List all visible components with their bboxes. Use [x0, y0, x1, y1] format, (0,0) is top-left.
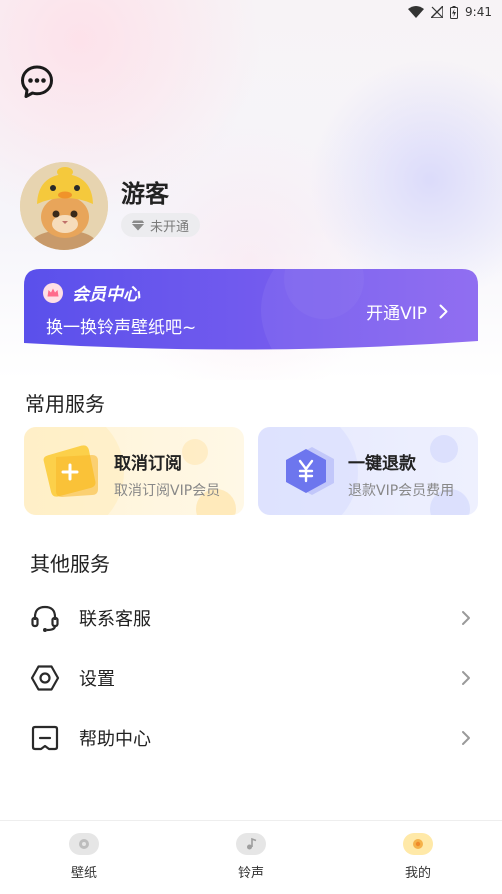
cancel-subscription-label: 取消订阅 — [114, 454, 182, 474]
status-bar: 9:41 — [0, 0, 502, 24]
status-time: 9:41 — [465, 5, 492, 19]
tab-profile[interactable]: 我的 — [378, 833, 458, 881]
refund-yen-icon — [286, 447, 334, 495]
hexagon-settings-icon — [30, 665, 60, 691]
open-vip-button[interactable]: 开通VIP — [366, 299, 448, 324]
crown-icon — [43, 282, 63, 303]
avatar[interactable] — [20, 162, 108, 250]
bottom-tab-bar: 壁纸 铃声 我的 — [0, 820, 502, 894]
cat-avatar-icon — [20, 162, 108, 250]
vip-status-text: 未开通 — [150, 219, 190, 235]
wifi-icon — [408, 6, 425, 18]
list-item-customer-service[interactable]: 联系客服 — [0, 588, 502, 648]
username: 游客 — [121, 180, 169, 208]
headset-icon — [31, 605, 59, 632]
list-item-settings[interactable]: 设置 — [0, 648, 502, 708]
chevron-right-icon — [462, 671, 470, 685]
refund-card[interactable]: 一键退款 退款VIP会员费用 — [258, 427, 478, 515]
tab-ringtone-label: 铃声 — [237, 866, 264, 881]
list-item-help-center[interactable]: 帮助中心 — [0, 708, 502, 768]
tab-profile-label: 我的 — [404, 866, 431, 881]
refund-desc: 退款VIP会员费用 — [348, 483, 455, 499]
vip-status-badge: 未开通 — [121, 213, 201, 237]
open-vip-label: 开通VIP — [366, 304, 427, 324]
settings-label: 设置 — [79, 669, 115, 690]
common-services-title: 常用服务 — [25, 392, 105, 416]
cancel-subscription-card[interactable]: 取消订阅 取消订阅VIP会员 — [24, 427, 244, 515]
vip-card-subtitle: 换一换铃声壁纸吧~ — [46, 318, 197, 338]
profile-icon — [403, 833, 433, 855]
battery-icon — [450, 5, 459, 19]
ringtone-icon — [236, 833, 266, 855]
chevron-right-icon — [462, 611, 470, 625]
vip-center-card[interactable]: 会员中心 换一换铃声壁纸吧~ 开通VIP — [24, 269, 478, 353]
chevron-right-icon — [462, 731, 470, 745]
help-center-label: 帮助中心 — [79, 729, 151, 750]
refund-label: 一键退款 — [348, 454, 416, 474]
vip-card-title: 会员中心 — [72, 285, 140, 305]
diamond-icon — [131, 220, 145, 230]
tab-wallpaper[interactable]: 壁纸 — [44, 833, 124, 881]
tab-ringtone[interactable]: 铃声 — [211, 833, 291, 881]
signal-icon — [431, 6, 444, 18]
cancel-subscription-icon — [43, 445, 98, 497]
message-icon[interactable] — [19, 64, 55, 100]
cancel-subscription-desc: 取消订阅VIP会员 — [114, 483, 221, 499]
other-services-title: 其他服务 — [30, 552, 110, 576]
chevron-right-icon — [439, 304, 448, 319]
tab-wallpaper-label: 壁纸 — [70, 866, 97, 881]
wallpaper-icon — [69, 833, 99, 855]
customer-service-label: 联系客服 — [79, 609, 151, 630]
help-message-icon — [31, 725, 59, 751]
